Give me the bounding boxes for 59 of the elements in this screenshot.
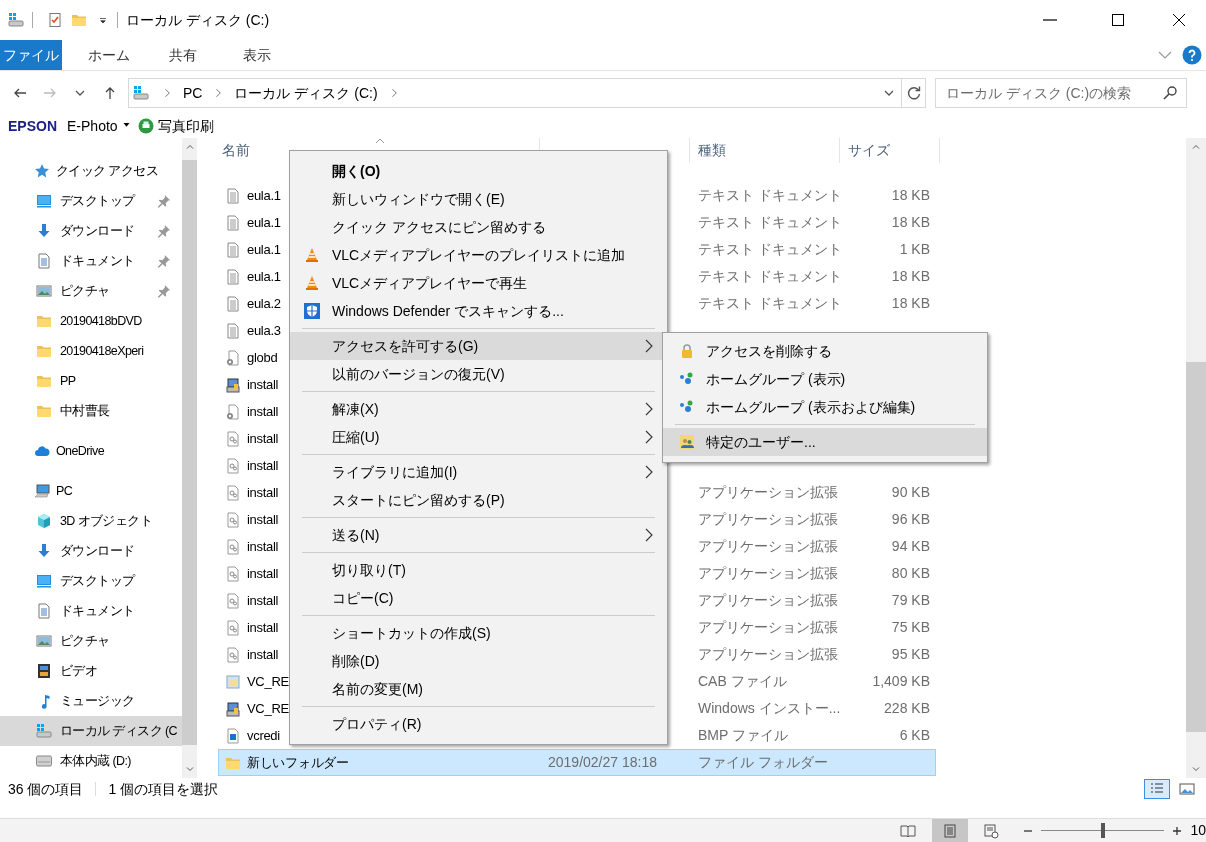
file-name: install xyxy=(247,485,279,501)
file-name: 新しいフォルダー xyxy=(247,755,349,771)
item-count: 36 個の項目 xyxy=(8,780,84,798)
file-name: eula.1 xyxy=(247,188,281,204)
file-name: install xyxy=(247,647,279,663)
window-title: ローカル ディスク (C:) xyxy=(126,11,270,29)
file-name: install xyxy=(247,431,279,447)
file-type: テキスト ドキュメント xyxy=(698,187,842,204)
file-type: テキスト ドキュメント xyxy=(698,241,842,258)
file-name: install xyxy=(247,593,279,609)
file-size: 6 KB xyxy=(899,727,930,744)
file-type: アプリケーション拡張 xyxy=(698,565,838,582)
file-type: Windows インストー... xyxy=(698,700,841,717)
file-type: BMP ファイル xyxy=(698,727,788,744)
file-name: eula.1 xyxy=(247,215,281,231)
file-size: 18 KB xyxy=(891,214,930,231)
file-type: テキスト ドキュメント xyxy=(698,295,842,312)
file-size: 228 KB xyxy=(884,700,930,717)
file-size: 79 KB xyxy=(891,592,930,609)
file-name: eula.1 xyxy=(247,242,281,258)
file-size: 80 KB xyxy=(891,565,930,582)
file-type: アプリケーション拡張 xyxy=(698,511,838,528)
file-name: install xyxy=(247,512,279,528)
file-name: install xyxy=(247,377,279,393)
file-type: CAB ファイル xyxy=(698,673,787,690)
brand-logo-text: EPSON xyxy=(8,117,57,135)
file-type: ファイル フォルダー xyxy=(698,754,828,771)
file-type: テキスト ドキュメント xyxy=(698,214,842,231)
file-name: VC_RE xyxy=(247,674,289,690)
file-name: install xyxy=(247,458,279,474)
file-size: 1 KB xyxy=(899,241,930,258)
file-name: VC_RE xyxy=(247,701,289,717)
file-size: 1,409 KB xyxy=(872,673,930,690)
file-name: install xyxy=(247,539,279,555)
file-size: 75 KB xyxy=(891,619,930,636)
file-size: 96 KB xyxy=(891,511,930,528)
file-size: 18 KB xyxy=(891,187,930,204)
selection-count: 1 個の項目を選択 xyxy=(108,780,219,798)
file-name: install xyxy=(247,566,279,582)
modified-date: 2019/02/27 18:18 xyxy=(548,754,657,771)
file-name: vcredi xyxy=(247,728,280,744)
file-size: 95 KB xyxy=(891,646,930,663)
file-type: アプリケーション拡張 xyxy=(698,646,838,663)
file-size: 90 KB xyxy=(891,484,930,501)
app-name: E-Photo xyxy=(67,117,118,135)
file-size: 18 KB xyxy=(891,295,930,312)
file-type: アプリケーション拡張 xyxy=(698,592,838,609)
file-name: install xyxy=(247,404,279,420)
file-name: eula.1 xyxy=(247,269,281,285)
file-size: 18 KB xyxy=(891,268,930,285)
file-name: install xyxy=(247,620,279,636)
file-type: アプリケーション拡張 xyxy=(698,619,838,636)
file-name: eula.3 xyxy=(247,323,281,339)
file-type: アプリケーション拡張 xyxy=(698,484,838,501)
file-size: 94 KB xyxy=(891,538,930,555)
file-name: eula.2 xyxy=(247,296,281,312)
file-name: globd xyxy=(247,350,278,366)
file-type: アプリケーション拡張 xyxy=(698,538,838,555)
file-type: テキスト ドキュメント xyxy=(698,268,842,285)
